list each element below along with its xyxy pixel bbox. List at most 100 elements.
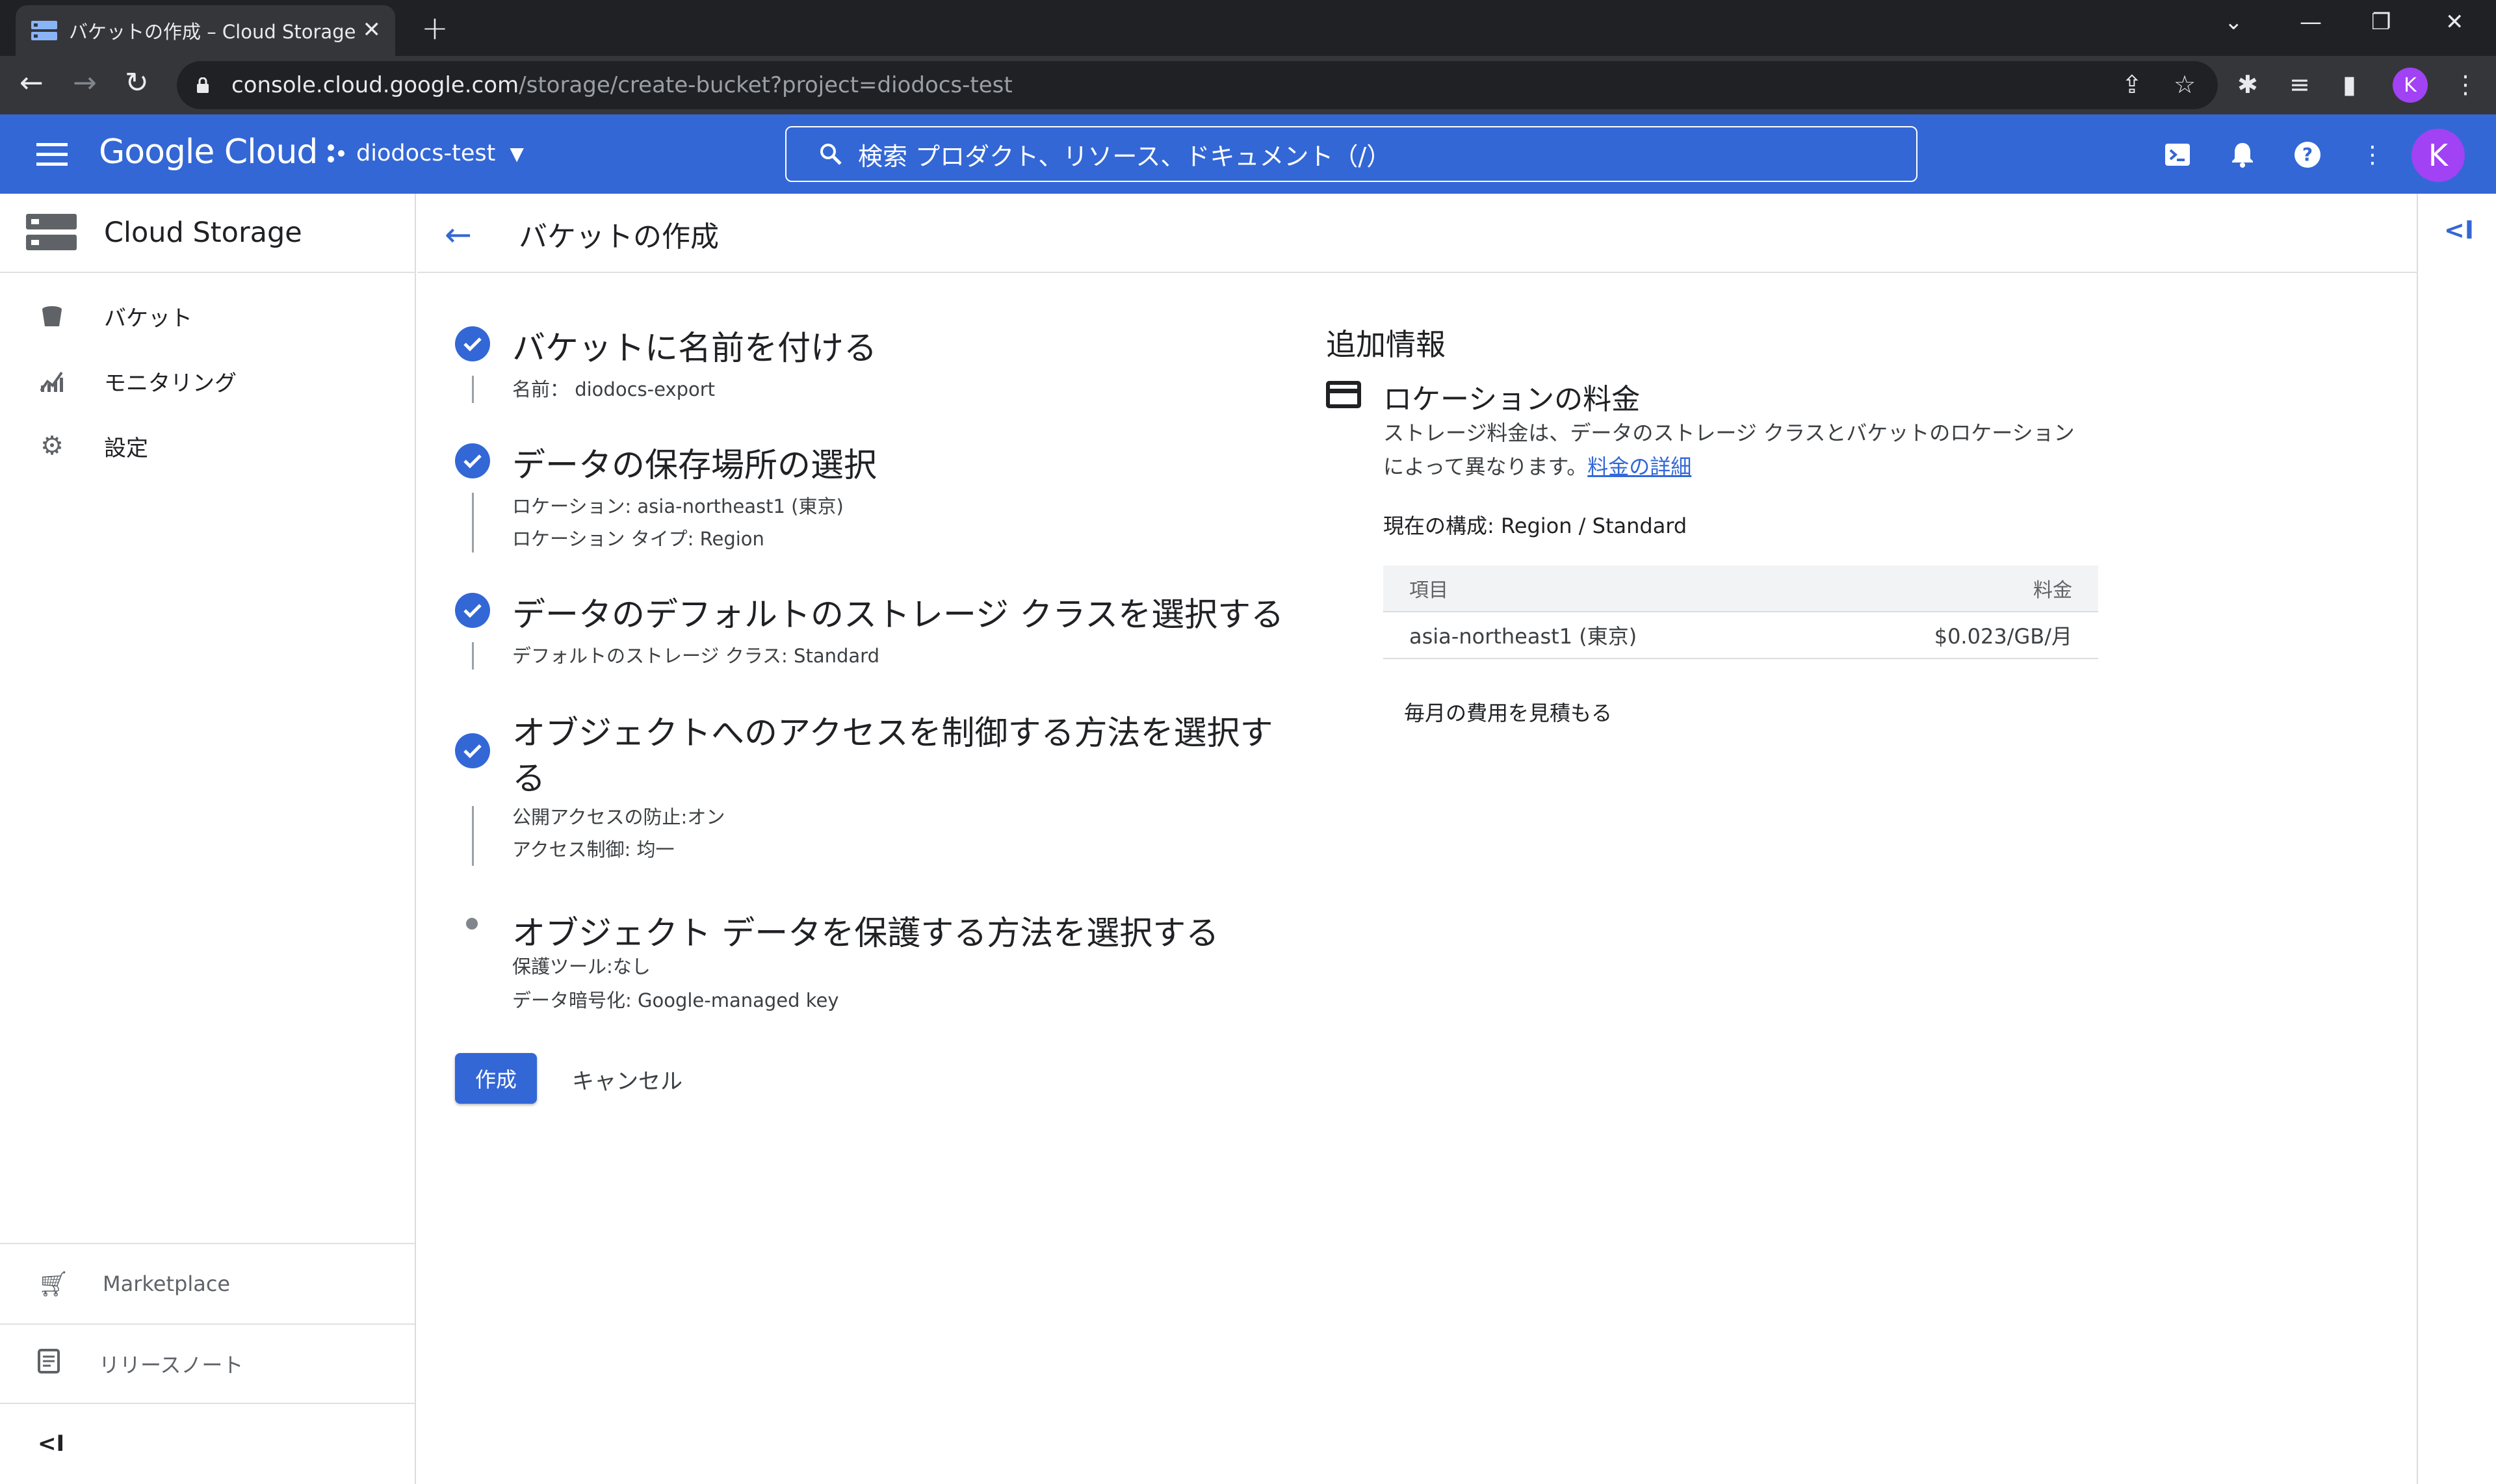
sidebar-item-monitoring[interactable]: モニタリング [0, 348, 415, 413]
chevron-down-icon: ▼ [510, 142, 524, 164]
step-title: オブジェクト データを保護する方法を選択する [512, 915, 1219, 953]
step-connector [472, 376, 474, 403]
hamburger-menu-icon[interactable] [36, 143, 68, 166]
minimize-icon[interactable]: — [2300, 9, 2322, 35]
row-price: $0.023/GB/月 [1934, 624, 2072, 649]
tab-search-icon[interactable]: ⌄ [2224, 9, 2243, 35]
step-detail: 保護ツール:なし [512, 956, 651, 978]
step-detail: アクセス制御: 均一 [512, 839, 675, 861]
step-detail: 公開アクセスの防止:オン [512, 806, 725, 828]
step-detail: 名前： diodocs-export [512, 378, 716, 400]
back-arrow-icon[interactable]: ← [445, 216, 472, 254]
right-rail: <I [2417, 194, 2496, 1484]
profile-avatar[interactable]: K [2393, 68, 2428, 103]
sidebar-item-buckets[interactable]: バケット [0, 283, 415, 348]
table-header: 項目 料金 [1383, 566, 2098, 611]
sidebar-item-label: バケット [104, 305, 192, 332]
column-header-item: 項目 [1409, 579, 1448, 602]
account-avatar[interactable]: K [2412, 129, 2465, 182]
help-icon[interactable]: ? [2293, 140, 2322, 169]
more-options-icon[interactable]: ⋮ [2358, 140, 2387, 169]
sidebar-item-release-notes[interactable]: リリースノート [0, 1323, 415, 1403]
browser-tab[interactable]: バケットの作成 – Cloud Storage – d ✕ [16, 5, 395, 56]
product-header: Cloud Storage [0, 194, 415, 273]
cloud-storage-icon [26, 214, 77, 250]
sidebar-item-label: モニタリング [104, 370, 237, 397]
sidebar-item-label: Marketplace [103, 1271, 231, 1296]
step-title: データのデフォルトのストレージ クラスを選択する [512, 596, 1284, 634]
new-tab-icon[interactable]: + [421, 9, 448, 47]
pricing-description-line1: ストレージ料金は、データのストレージ クラスとバケットのロケーション [1383, 421, 2075, 445]
project-name: diodocs-test [356, 140, 496, 166]
pricing-details-link[interactable]: 料金の詳細 [1587, 454, 1691, 479]
browser-tab-strip: バケットの作成 – Cloud Storage – d ✕ + ⌄ — ❐ ✕ [0, 0, 2496, 56]
share-icon[interactable]: ⇪ [2122, 70, 2142, 99]
release-notes-icon [38, 1349, 66, 1379]
pricing-description: ストレージ料金は、データのストレージ クラスとバケットのロケーション によって異… [1383, 416, 2098, 484]
project-icon [328, 144, 344, 163]
tab-close-icon[interactable]: ✕ [363, 17, 382, 43]
svg-text:?: ? [2302, 144, 2313, 165]
sidebar-item-label: 設定 [104, 435, 148, 462]
credit-card-icon [1326, 381, 1361, 408]
product-title: Cloud Storage [104, 216, 302, 249]
reload-icon[interactable]: ↻ [125, 66, 149, 99]
row-location: asia-northeast1 (東京) [1409, 624, 1637, 649]
google-cloud-logo[interactable]: Google Cloud [99, 133, 318, 172]
step-detail: ロケーション タイプ: Region [512, 528, 764, 550]
tab-title: バケットの作成 – Cloud Storage – d [69, 21, 355, 43]
search-bar[interactable]: 検索 プロダクト、リソース、ドキュメント（/） [785, 126, 1918, 182]
collapse-nav-icon[interactable]: <I [0, 1403, 415, 1483]
back-nav-icon[interactable]: ← [20, 66, 44, 99]
console-header: Google Cloud diodocs-test ▼ 検索 プロダクト、リソー… [0, 114, 2496, 194]
check-circle-icon [455, 443, 490, 478]
current-config: 現在の構成: Region / Standard [1383, 514, 1687, 538]
side-panel-icon[interactable]: ▮ [2343, 70, 2356, 99]
sidebar-item-settings[interactable]: ⚙ 設定 [0, 413, 415, 478]
table-row: asia-northeast1 (東京) $0.023/GB/月 [1383, 611, 2098, 659]
sidebar-item-marketplace[interactable]: 🛒︎ Marketplace [0, 1243, 415, 1323]
url-text: console.cloud.google.com/storage/create-… [231, 72, 1013, 98]
bookmark-star-icon[interactable]: ☆ [2174, 70, 2196, 99]
step-connector [472, 642, 474, 670]
monitoring-icon [38, 367, 66, 395]
bucket-icon [38, 302, 66, 330]
step-title: オブジェクトへのアクセスを制御する方法を選択す [512, 714, 1273, 753]
column-header-price: 料金 [2033, 579, 2072, 602]
cloud-shell-icon[interactable] [2163, 140, 2192, 169]
step-title-continued: る [512, 760, 546, 798]
extensions-icon[interactable]: ✱ [2237, 70, 2258, 99]
cart-icon: 🛒︎ [38, 1269, 70, 1298]
step-title: バケットに名前を付ける [512, 330, 878, 368]
expand-panel-icon[interactable]: <I [2444, 216, 2474, 244]
create-button[interactable]: 作成 [455, 1053, 537, 1104]
pricing-description-line2: によって異なります。 [1383, 454, 1588, 479]
browser-menu-icon[interactable]: ⋮ [2453, 70, 2478, 99]
forward-nav-icon[interactable]: → [73, 66, 97, 99]
step-connector [472, 806, 474, 866]
search-placeholder: 検索 プロダクト、リソース、ドキュメント（/） [858, 142, 1392, 171]
restore-icon[interactable]: ❐ [2371, 9, 2391, 35]
check-circle-icon [455, 733, 490, 768]
browser-toolbar: ← → ↻ console.cloud.google.com/storage/c… [0, 56, 2496, 114]
media-control-icon[interactable]: ≡ [2289, 70, 2310, 99]
step-detail: デフォルトのストレージ クラス: Standard [512, 645, 879, 667]
address-bar[interactable]: console.cloud.google.com/storage/create-… [177, 61, 2218, 109]
pricing-table: 項目 料金 asia-northeast1 (東京) $0.023/GB/月 [1383, 566, 2098, 659]
current-step-dot [466, 918, 478, 930]
cancel-button[interactable]: キャンセル [572, 1063, 682, 1095]
storage-favicon-icon [31, 20, 57, 41]
step-detail: ロケーション: asia-northeast1 (東京) [512, 495, 844, 517]
step-connector [472, 493, 474, 553]
project-selector[interactable]: diodocs-test ▼ [325, 140, 524, 166]
notifications-bell-icon[interactable] [2228, 140, 2257, 169]
left-nav: Cloud Storage バケット モニタリング ⚙ 設定 🛒︎ Market… [0, 194, 416, 1484]
check-circle-icon [455, 593, 490, 628]
location-pricing-title: ロケーションの料金 [1383, 383, 1641, 416]
lock-icon [196, 77, 209, 93]
sidebar-item-label: リリースノート [99, 1353, 244, 1377]
search-icon [820, 144, 842, 165]
additional-info-title: 追加情報 [1326, 327, 1446, 362]
close-window-icon[interactable]: ✕ [2445, 9, 2464, 35]
estimate-cost-link[interactable]: 毎月の費用を見積もる [1404, 697, 1612, 727]
